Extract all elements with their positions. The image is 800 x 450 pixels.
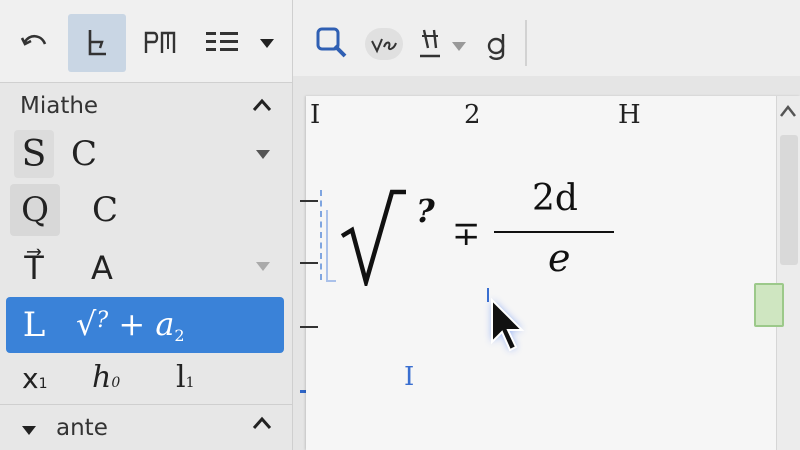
section-title: Miathe	[20, 93, 99, 119]
symbol-cell[interactable]: C	[64, 130, 104, 178]
divider	[0, 404, 292, 405]
undo-button[interactable]	[12, 22, 56, 62]
formula-editor[interactable]: ? ∓ 2d e	[338, 178, 638, 296]
list-icon	[206, 32, 238, 51]
text-caret-mark: I	[404, 362, 415, 392]
formula-term: + a	[118, 305, 175, 343]
radical-sign: √	[76, 305, 97, 343]
undo-icon	[20, 34, 47, 46]
format-insert-icon	[88, 30, 106, 56]
toolbar-separator	[525, 20, 527, 66]
symbol-cell[interactable]: x1	[22, 362, 48, 395]
zoom-icon	[316, 27, 347, 58]
symbol-row: T⃗ A	[0, 240, 290, 296]
formula-subscript: 2	[174, 326, 185, 345]
symbol-cell[interactable]: Q	[10, 184, 60, 236]
mouse-pointer-icon	[491, 297, 525, 352]
left-toolbar	[0, 0, 292, 83]
numerator[interactable]: 2d	[532, 178, 578, 219]
handwriting-button[interactable]	[365, 28, 403, 60]
chevron-up-icon[interactable]	[252, 98, 272, 112]
ruler-tick	[300, 262, 318, 264]
right-toolbar	[293, 0, 800, 77]
section-header-1[interactable]: Miathe	[0, 86, 292, 126]
radical-argument: ?	[96, 308, 109, 333]
selected-formula-row[interactable]: L √? + a2	[6, 297, 284, 353]
left-panel: Miathe S C Q C T⃗ A L √? + a2 x1 h0 l1 a…	[0, 0, 293, 450]
list-button[interactable]	[200, 22, 244, 62]
radical-sign	[340, 189, 406, 286]
paragraph-icon	[144, 31, 176, 53]
column-header: H	[618, 100, 641, 130]
handwriting-icon	[371, 38, 397, 54]
symbol-base: x	[22, 362, 39, 395]
symbol-subscript: 1	[38, 376, 48, 392]
paragraph-button[interactable]	[138, 22, 182, 62]
chevron-down-icon[interactable]	[254, 260, 272, 272]
radical-argument[interactable]: ?	[416, 192, 435, 230]
section-title: ante	[56, 415, 108, 441]
symbol-cell[interactable]: C	[80, 184, 130, 236]
operator: ∓	[452, 214, 481, 254]
symbol-base: l	[176, 360, 186, 395]
symbol-subscript: 1	[185, 375, 195, 391]
chevron-up-icon[interactable]	[252, 416, 272, 430]
underline-dropdown-button[interactable]	[449, 36, 469, 56]
chevron-down-icon	[452, 42, 466, 51]
font-style-button[interactable]	[479, 22, 515, 66]
column-header: I	[310, 100, 321, 130]
chevron-down-icon	[22, 426, 36, 435]
font-style-icon	[487, 34, 505, 60]
formula-preview[interactable]: √? + a2	[76, 305, 185, 345]
scroll-up-icon[interactable]	[779, 104, 797, 118]
ruler-tick	[300, 326, 318, 328]
underline-style-button[interactable]	[413, 22, 447, 66]
guide-bracket	[326, 210, 336, 282]
fraction-bar	[494, 231, 614, 233]
denominator[interactable]: e	[548, 236, 571, 280]
section-header-2[interactable]: ante	[0, 408, 292, 448]
ruler-tick	[300, 200, 318, 202]
symbol-cell[interactable]: h0	[92, 360, 120, 395]
symbol-cell[interactable]: T⃗	[12, 242, 56, 294]
symbol-row: S C	[0, 126, 290, 182]
scrollbar-thumb[interactable]	[780, 135, 798, 265]
symbol-cell[interactable]: L	[14, 301, 54, 349]
symbol-cell[interactable]: l1	[176, 360, 195, 395]
list-dropdown-button[interactable]	[254, 30, 280, 56]
underline-style-icon	[420, 29, 440, 58]
chevron-down-icon	[260, 39, 274, 48]
symbol-subscript: 0	[111, 375, 121, 391]
symbol-cell[interactable]: S	[14, 130, 54, 178]
chevron-down-icon[interactable]	[254, 148, 272, 160]
green-marker[interactable]	[754, 283, 784, 327]
zoom-button[interactable]	[311, 22, 351, 62]
column-header: 2	[464, 100, 481, 130]
symbol-base: h	[92, 360, 112, 395]
format-insert-button[interactable]	[68, 14, 126, 72]
symbol-row: x1 h0 l1	[0, 354, 290, 402]
symbol-row: Q C	[0, 182, 290, 238]
guide-line	[320, 190, 324, 280]
symbol-cell[interactable]: A	[80, 242, 124, 294]
